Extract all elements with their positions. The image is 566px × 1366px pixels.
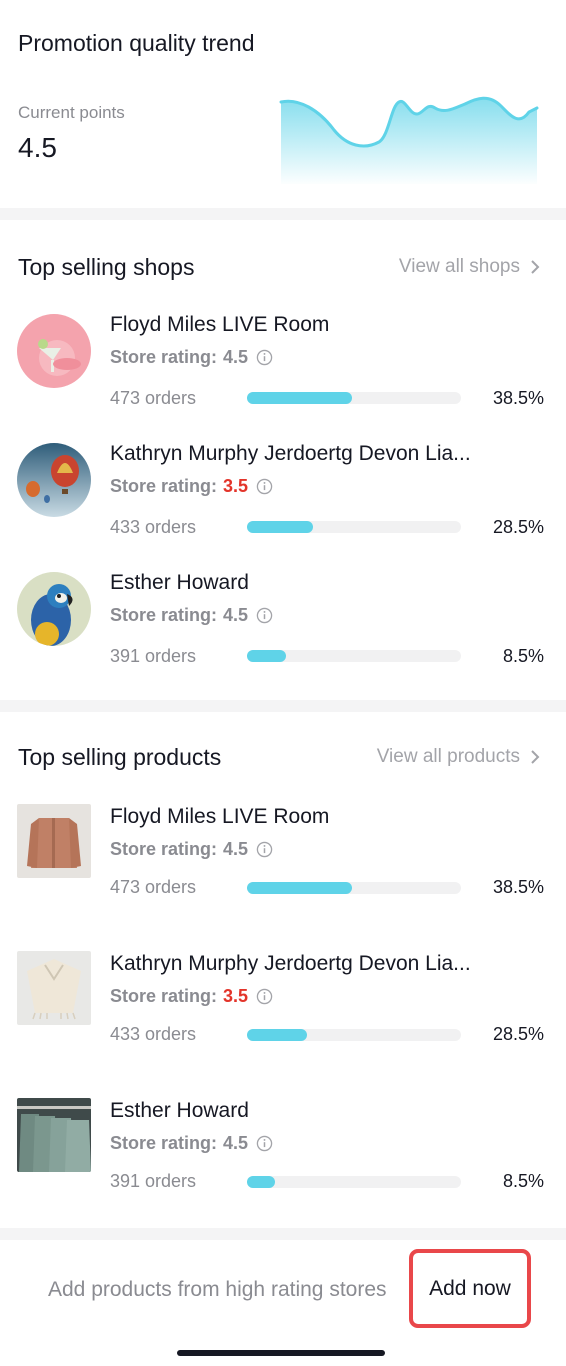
shop-row[interactable]: Floyd Miles LIVE Room Store rating: 4.5 … [0, 310, 566, 420]
product-name: Esther Howard [110, 1099, 249, 1122]
store-rating-value: 3.5 [223, 986, 249, 1006]
store-rating: Store rating: 4.5 [110, 839, 273, 860]
orders-count: 473 orders [110, 388, 197, 408]
info-icon[interactable] [256, 841, 273, 858]
add-now-button[interactable]: Add now [409, 1249, 531, 1328]
section-divider [0, 700, 566, 712]
store-rating-value: 3.5 [223, 476, 249, 496]
orders-count: 473 orders [110, 877, 197, 897]
view-all-shops-link[interactable]: View all shops [399, 256, 540, 278]
share-percent: 8.5% [502, 646, 544, 666]
store-rating: Store rating: 3.5 [110, 476, 273, 497]
shop-name: Kathryn Murphy Jerdoertg Devon Lia... [110, 442, 471, 465]
orders-count: 391 orders [110, 1171, 197, 1191]
info-icon[interactable] [256, 988, 273, 1005]
home-indicator [177, 1350, 385, 1356]
info-icon[interactable] [256, 349, 273, 366]
top-selling-products-section: Top selling products View all products F… [0, 712, 566, 1228]
trend-title: Promotion quality trend [18, 30, 255, 56]
sparkline-area [281, 98, 537, 184]
cocktail-avatar [17, 314, 91, 388]
store-rating-label: Store rating: [110, 476, 218, 496]
store-rating-label: Store rating: [110, 1133, 218, 1153]
store-rating: Store rating: 4.5 [110, 347, 273, 368]
orders-count: 433 orders [110, 1024, 197, 1044]
shirts-rack-thumbnail [17, 1098, 91, 1172]
shop-row[interactable]: Kathryn Murphy Jerdoertg Devon Lia... St… [0, 439, 566, 549]
store-rating-label: Store rating: [110, 605, 218, 625]
parrot-avatar [17, 572, 91, 646]
share-bar-fill [247, 521, 314, 533]
share-percent: 28.5% [492, 517, 544, 537]
jacket-thumbnail [17, 804, 91, 878]
share-bar [247, 1176, 461, 1188]
info-icon[interactable] [256, 478, 273, 495]
product-name: Floyd Miles LIVE Room [110, 805, 330, 828]
share-percent: 38.5% [492, 388, 544, 408]
trend-sparkline [279, 96, 539, 184]
shop-row[interactable]: Esther Howard Store rating: 4.5 391 orde… [0, 568, 566, 678]
share-bar [247, 650, 461, 662]
product-row[interactable]: Esther Howard Store rating: 4.5 391 orde… [0, 1098, 566, 1208]
products-title: Top selling products [18, 744, 222, 770]
store-rating: Store rating: 4.5 [110, 1133, 273, 1154]
share-bar-fill [247, 650, 286, 662]
store-rating-label: Store rating: [110, 347, 218, 367]
shop-name: Esther Howard [110, 571, 249, 594]
share-bar-fill [247, 1029, 307, 1041]
chevron-right-icon [531, 750, 540, 764]
share-bar-fill [247, 882, 352, 894]
share-percent: 38.5% [492, 877, 544, 897]
promotion-quality-trend-card: Promotion quality trend Current points 4… [0, 0, 566, 208]
store-rating-value: 4.5 [223, 1133, 249, 1153]
share-bar [247, 1029, 461, 1041]
orders-count: 391 orders [110, 646, 197, 666]
section-divider [0, 1228, 566, 1240]
share-bar [247, 521, 461, 533]
store-rating-label: Store rating: [110, 839, 218, 859]
product-name: Kathryn Murphy Jerdoertg Devon Lia... [110, 952, 471, 975]
info-icon[interactable] [256, 607, 273, 624]
share-percent: 28.5% [492, 1024, 544, 1044]
share-bar [247, 882, 461, 894]
current-points-value: 4.5 [18, 132, 57, 163]
share-percent: 8.5% [502, 1171, 544, 1191]
orders-count: 433 orders [110, 517, 197, 537]
hot-air-balloon-avatar [17, 443, 91, 517]
share-bar [247, 392, 461, 404]
store-rating: Store rating: 4.5 [110, 605, 273, 626]
poncho-thumbnail [17, 951, 91, 1025]
store-rating-label: Store rating: [110, 986, 218, 1006]
view-all-products-label: View all products [376, 746, 520, 767]
shops-title: Top selling shops [18, 254, 195, 280]
view-all-shops-label: View all shops [398, 256, 520, 277]
top-selling-shops-section: Top selling shops View all shops Floyd M… [0, 220, 566, 700]
share-bar-fill [247, 392, 352, 404]
info-icon[interactable] [256, 1135, 273, 1152]
store-rating: Store rating: 3.5 [110, 986, 273, 1007]
store-rating-value: 4.5 [223, 605, 249, 625]
chevron-right-icon [531, 260, 540, 274]
view-all-products-link[interactable]: View all products [377, 746, 540, 768]
product-row[interactable]: Floyd Miles LIVE Room Store rating: 4.5 … [0, 804, 566, 914]
section-divider [0, 208, 566, 220]
store-rating-value: 4.5 [223, 839, 249, 859]
current-points-label: Current points [18, 103, 125, 122]
add-products-hint: Add products from high rating stores [48, 1278, 387, 1301]
shop-name: Floyd Miles LIVE Room [110, 313, 330, 336]
share-bar-fill [247, 1176, 275, 1188]
product-row[interactable]: Kathryn Murphy Jerdoertg Devon Lia... St… [0, 951, 566, 1061]
store-rating-value: 4.5 [223, 347, 249, 367]
